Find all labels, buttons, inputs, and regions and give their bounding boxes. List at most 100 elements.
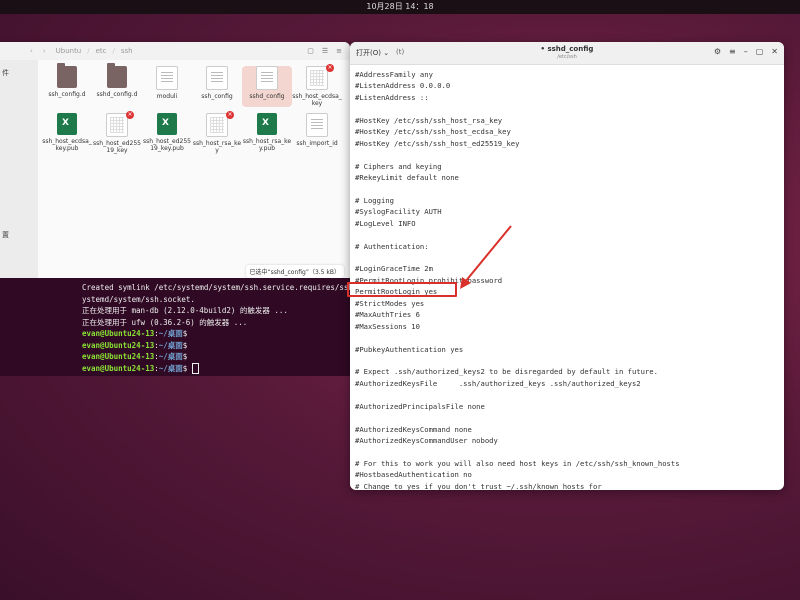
editor-line: #AddressFamily any <box>355 70 433 79</box>
file-icon <box>306 66 328 90</box>
editor-line: #StrictModes yes <box>355 298 425 308</box>
prompt-lines: evan@Ubuntu24-13:~/桌面$ evan@Ubuntu24-13:… <box>82 328 350 374</box>
editor-line: #MaxSessions 10 <box>355 321 420 331</box>
minimize-icon[interactable]: – <box>744 47 748 56</box>
file-item[interactable]: ssh_config <box>192 66 242 107</box>
breadcrumb-item[interactable]: Ubuntu <box>56 47 82 55</box>
file-item[interactable]: moduli <box>142 66 192 107</box>
sidebar-item[interactable]: 置 <box>0 222 38 248</box>
editor-line: # Change to yes if you don't trust ~/.ss… <box>355 481 602 490</box>
sidebar-item[interactable] <box>0 158 38 182</box>
file-name: ssh_host_ecdsa_key.pub <box>42 138 92 152</box>
file-name: ssh_host_rsa_key.pub <box>242 138 292 152</box>
back-icon[interactable]: ‹ <box>30 47 33 55</box>
new-folder-icon[interactable]: ▢ <box>307 47 314 55</box>
file-icon <box>206 113 228 137</box>
terminal-line: Created symlink /etc/systemd/system/ssh.… <box>82 283 350 292</box>
file-item[interactable]: ssh_host_ecdsa_key.pub <box>42 113 92 154</box>
prompt-user: evan@Ubuntu24-13 <box>82 352 155 361</box>
file-icon <box>156 66 178 90</box>
editor-line: #AuthorizedPrincipalsFile none <box>355 401 485 411</box>
prompt-line: evan@Ubuntu24-13:~/桌面$ <box>82 363 350 374</box>
prompt-symbol: $ <box>182 329 188 338</box>
editor-header: 打开(O) ⌄ (t) • sshd_config /etc/ssh ⚙ ≡ –… <box>350 42 784 65</box>
terminal-line: 正在处理用于 man-db (2.12.0-4build2) 的触发器 ... <box>82 306 288 315</box>
terminal[interactable]: Created symlink /etc/systemd/system/ssh.… <box>0 278 350 376</box>
breadcrumb-item[interactable]: etc <box>96 47 107 55</box>
breadcrumb-item[interactable]: ssh <box>121 47 133 55</box>
sidebar-item[interactable] <box>0 110 38 134</box>
sidebar-item[interactable] <box>0 86 38 110</box>
editor-line: #SyslogFacility AUTH <box>355 207 442 217</box>
prompt-line: evan@Ubuntu24-13:~/桌面$ <box>82 328 350 340</box>
editor-line: # For this to work you will also need ho… <box>355 458 680 468</box>
forward-icon[interactable]: › <box>43 47 46 55</box>
editor-line: #MaxAuthTries 6 <box>355 310 420 320</box>
file-icon <box>306 113 328 137</box>
file-name: ssh_host_ed25519_key.pub <box>143 138 191 152</box>
maximize-icon[interactable]: ▢ <box>756 47 764 56</box>
files-sidebar: 件 置 <box>0 60 38 284</box>
prompt-symbol: $ <box>182 340 188 350</box>
gear-icon[interactable]: ⚙ <box>714 47 721 56</box>
prompt-symbol: $ <box>182 352 188 361</box>
files-header: ‹ › Ubuntu / etc / ssh ▢ ☰ ≡ <box>0 42 350 60</box>
file-name: sshd_config <box>249 93 285 100</box>
view-list-icon[interactable]: ☰ <box>322 47 328 55</box>
file-icon <box>106 113 128 137</box>
file-item[interactable]: sshd_config <box>242 66 292 107</box>
file-name: sshd_config.d <box>96 91 138 98</box>
locked-badge-icon: × <box>126 111 134 119</box>
spreadsheet-file-icon <box>157 113 177 135</box>
close-icon[interactable]: ✕ <box>771 47 778 56</box>
terminal-line: ystemd/system/ssh.socket. <box>82 294 195 304</box>
prompt-path: ~/桌面 <box>158 363 183 373</box>
editor-line: #AuthorizedKeysCommand none <box>355 424 472 434</box>
prompt-path: ~/桌面 <box>158 340 183 350</box>
editor-line: # Ciphers and keying <box>355 161 442 171</box>
menu-icon[interactable]: ≡ <box>729 47 736 56</box>
clock[interactable]: 10月28日 14：18 <box>366 2 433 11</box>
file-item[interactable]: × ssh_host_ecdsa_key <box>292 64 342 107</box>
prompt-symbol: $ <box>182 363 192 373</box>
editor-line: #LogLevel INFO <box>355 218 416 228</box>
editor-content[interactable]: #AddressFamily any #ListenAddress 0.0.0.0… <box>350 65 784 490</box>
breadcrumb-separator: / <box>87 47 90 55</box>
sidebar-item[interactable] <box>0 134 38 158</box>
files-window: ‹ › Ubuntu / etc / ssh ▢ ☰ ≡ 件 置 ssh_confi… <box>0 42 350 284</box>
editor-line: #HostKey /etc/ssh/ssh_host_ed25519_key <box>355 138 520 148</box>
prompt-user: evan@Ubuntu24-13 <box>82 340 155 350</box>
menu-icon[interactable]: ≡ <box>336 47 342 55</box>
editor-line: # Logging <box>355 195 394 205</box>
file-item[interactable]: ssh_host_rsa_key.pub <box>242 113 292 154</box>
breadcrumb-separator: / <box>112 47 115 55</box>
editor-line: #HostKey /etc/ssh/ssh_host_ecdsa_key <box>355 127 511 137</box>
file-item[interactable]: sshd_config.d <box>92 63 142 107</box>
editor-line: # Expect .ssh/authorized_keys2 to be dis… <box>355 367 658 377</box>
highlight-box <box>347 282 457 297</box>
files-grid: ssh_config.d sshd_config.d moduli ssh_confi… <box>42 63 346 154</box>
editor-line: #RekeyLimit default none <box>355 172 459 182</box>
file-name: ssh_config <box>201 93 233 100</box>
selection-status: 已选中“sshd_config”（3.5 kB） <box>245 265 344 278</box>
file-item[interactable]: × ssh_host_rsa_key <box>192 111 242 154</box>
file-item[interactable]: ssh_host_ed25519_key.pub <box>142 113 192 154</box>
editor-line: #LoginGraceTime 2m <box>355 264 433 274</box>
editor-line: #PubkeyAuthentication yes <box>355 344 464 354</box>
editor-line: #ListenAddress 0.0.0.0 <box>355 81 451 91</box>
editor-line: #HostKey /etc/ssh/ssh_host_rsa_key <box>355 115 503 125</box>
prompt-path: ~/桌面 <box>158 352 183 361</box>
file-name: ssh_host_ed25519_key <box>93 140 141 154</box>
file-item[interactable]: ssh_config.d <box>42 63 92 107</box>
file-item[interactable]: ssh_import_id <box>292 113 342 154</box>
terminal-line: 正在处理用于 ufw (0.36.2-6) 的触发器 ... <box>82 317 248 327</box>
file-name: ssh_config.d <box>48 91 86 98</box>
file-item[interactable]: × ssh_host_ed25519_key <box>92 111 142 154</box>
folder-icon <box>57 63 77 88</box>
sidebar-item[interactable]: 件 <box>0 60 38 86</box>
